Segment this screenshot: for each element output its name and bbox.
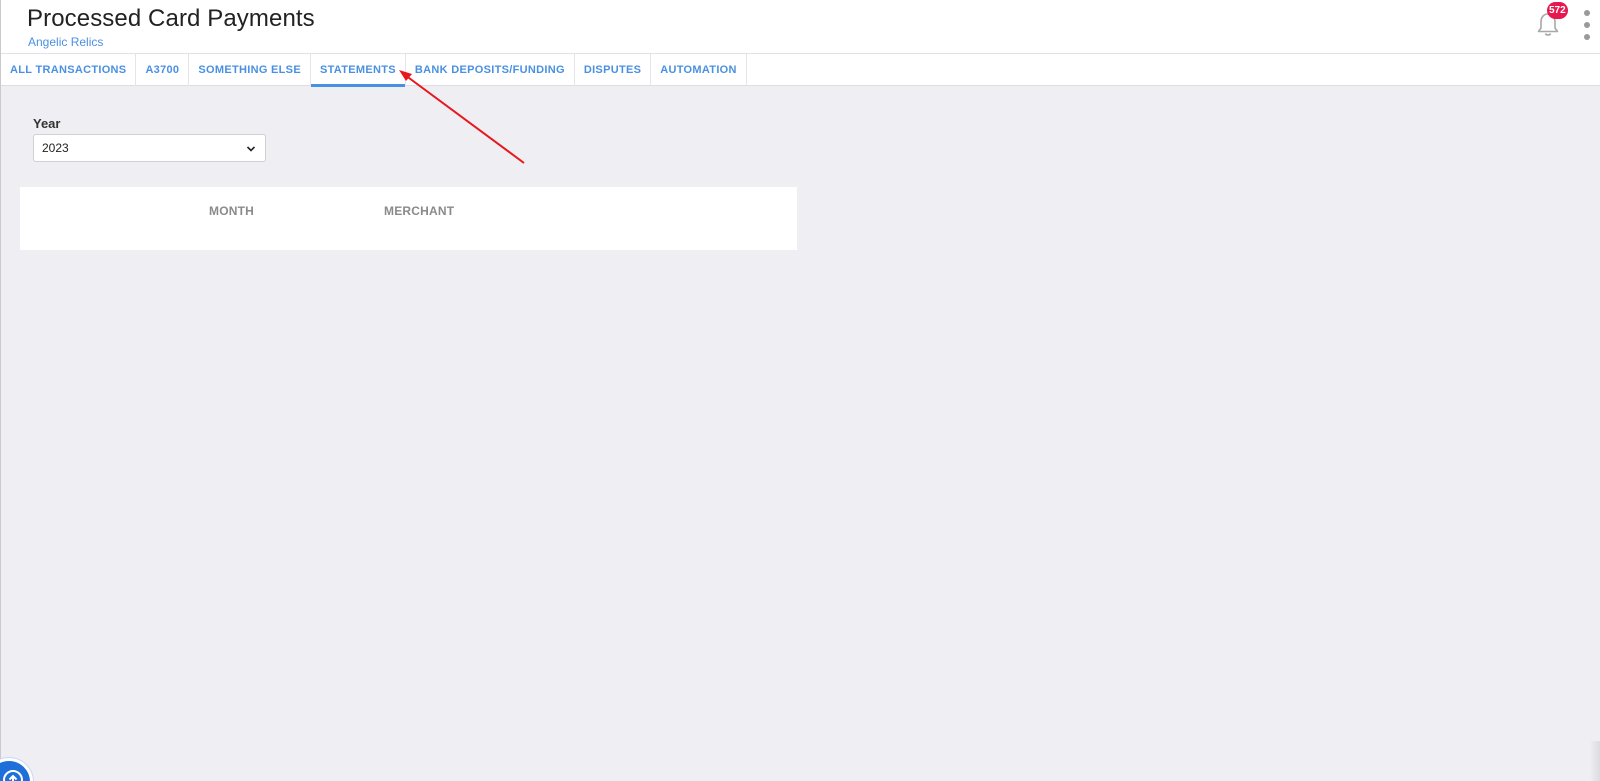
help-widget-icon[interactable] xyxy=(0,758,33,781)
more-vertical-icon[interactable] xyxy=(1581,10,1593,40)
column-header-merchant[interactable]: MERCHANT xyxy=(384,204,454,218)
tab-something-else[interactable]: SOMETHING ELSE xyxy=(189,54,311,86)
tab-all-transactions[interactable]: ALL TRANSACTIONS xyxy=(1,54,137,86)
year-select-value: 2023 xyxy=(42,141,69,155)
page-title: Processed Card Payments xyxy=(27,5,315,32)
tab-statements[interactable]: STATEMENTS xyxy=(310,54,406,87)
year-label: Year xyxy=(33,116,61,131)
annotation-arrow xyxy=(399,70,525,164)
tab-bank-deposits-funding[interactable]: BANK DEPOSITS/FUNDING xyxy=(406,54,575,86)
page-header: Processed Card Payments Angelic Relics 5… xyxy=(1,0,1600,54)
notification-badge: 572 xyxy=(1547,2,1568,19)
tab-disputes[interactable]: DISPUTES xyxy=(575,54,652,86)
tab-automation[interactable]: AUTOMATION xyxy=(651,54,747,86)
year-select[interactable]: 2023 xyxy=(33,134,266,162)
statements-table: MONTH MERCHANT xyxy=(20,187,797,250)
tab-a3700[interactable]: A3700 xyxy=(136,54,190,86)
tab-bar: ALL TRANSACTIONS A3700 SOMETHING ELSE ST… xyxy=(1,54,1600,87)
chevron-down-icon xyxy=(246,146,256,152)
column-header-month[interactable]: MONTH xyxy=(209,204,254,218)
scroll-edge xyxy=(1590,741,1600,781)
page-subtitle[interactable]: Angelic Relics xyxy=(28,35,103,49)
